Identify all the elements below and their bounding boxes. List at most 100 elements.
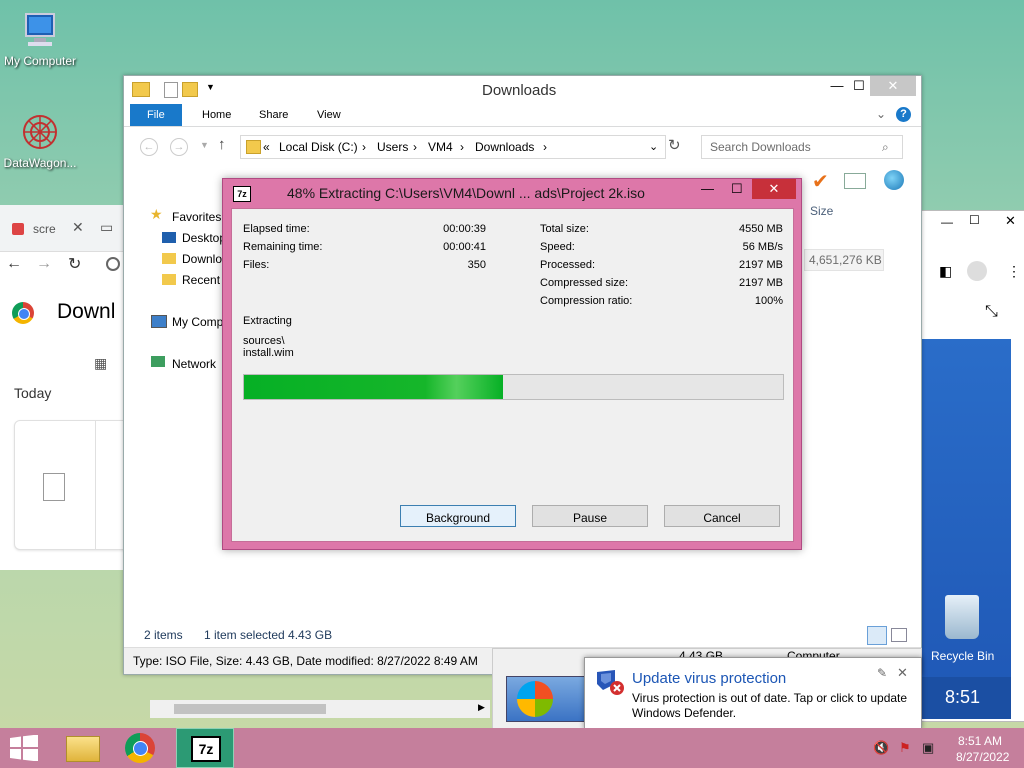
properties-icon[interactable] [164, 82, 178, 98]
defender-notification[interactable]: Update virus protection Virus protection… [584, 657, 922, 729]
site-info-icon[interactable] [106, 257, 120, 271]
address-dropdown-icon[interactable]: ⌄ [649, 136, 658, 158]
large-icons-view-icon[interactable] [891, 628, 907, 642]
cancel-button[interactable]: Cancel [664, 505, 780, 527]
minimize-button[interactable]: — [701, 181, 714, 196]
current-path-line2: install.wim [243, 347, 294, 359]
pause-button[interactable]: Pause [532, 505, 648, 527]
selection-info: 1 item selected 4.43 GB [204, 628, 333, 642]
minimize-icon[interactable]: — [941, 215, 953, 229]
recent-locations-icon[interactable]: ▼ [200, 140, 209, 150]
collapse-icon[interactable]: ⤡ [985, 303, 998, 321]
tab-home[interactable]: Home [190, 104, 243, 126]
breadcrumb-downloads[interactable]: Downloads [475, 136, 534, 158]
elapsed-time-label: Elapsed time: [243, 223, 310, 235]
search-box[interactable]: Search Downloads ⌕ [701, 135, 903, 159]
back-button[interactable]: ← [140, 138, 158, 156]
recycle-bin-icon[interactable] [945, 595, 979, 639]
clock-time[interactable]: 8:51 AM [958, 734, 1002, 748]
volume-muted-icon[interactable]: 🔇 [873, 740, 889, 756]
close-button[interactable]: ✕ [752, 179, 796, 199]
nav-favorites[interactable]: Favorites [172, 210, 221, 224]
nav-network[interactable]: Network [172, 357, 216, 371]
maximize-button[interactable]: ☐ [731, 181, 743, 197]
action-center-flag-icon[interactable]: ⚑ [899, 740, 911, 756]
computer-icon [151, 315, 167, 328]
chevron-right-icon[interactable]: › [362, 136, 366, 158]
background-button[interactable]: Background [400, 505, 516, 527]
tab-share[interactable]: Share [247, 104, 300, 126]
close-icon[interactable]: ✕ [1005, 213, 1016, 229]
quick-access-dropdown-icon[interactable]: ▼ [206, 82, 215, 92]
chrome-tab-label[interactable]: scre [33, 222, 56, 236]
scrollbar-thumb[interactable] [174, 704, 326, 714]
chevron-right-icon[interactable]: › [543, 136, 547, 158]
settings-icon[interactable]: ✎ [877, 666, 887, 680]
elapsed-time-value: 00:00:39 [443, 223, 486, 235]
toolbar-window-icon[interactable] [844, 173, 866, 189]
expand-ribbon-icon[interactable]: ⌄ [876, 107, 886, 121]
today-label: Today [14, 385, 52, 401]
tab-file[interactable]: File [130, 104, 182, 126]
breadcrumb-local-disk[interactable]: Local Disk (C:) [279, 136, 358, 158]
action-label: Extracting [243, 315, 292, 327]
scroll-right-icon[interactable]: ▶ [478, 702, 485, 713]
forward-button[interactable]: → [170, 138, 188, 156]
forward-icon[interactable]: → [36, 255, 52, 273]
horizontal-scrollbar[interactable]: ▶ [150, 700, 490, 718]
desktop-icon [162, 232, 176, 243]
address-overflow[interactable]: « [263, 136, 270, 158]
help-icon[interactable]: ? [896, 107, 911, 122]
close-icon[interactable]: ✕ [72, 219, 84, 236]
speed-value: 56 MB/s [742, 241, 783, 253]
search-icon[interactable]: ⌕ [882, 136, 889, 158]
taskbar-7zip[interactable]: 7z [176, 728, 234, 768]
screen-icon[interactable]: ▭ [100, 219, 113, 236]
nav-desktop[interactable]: Desktop [182, 231, 226, 245]
up-button[interactable]: ↑ [218, 136, 226, 153]
sidebar-icon[interactable]: ◧ [939, 263, 952, 280]
profile-icon[interactable] [967, 261, 987, 281]
taskbar-explorer[interactable] [55, 729, 110, 767]
new-folder-icon[interactable] [182, 82, 198, 97]
back-icon[interactable]: ← [6, 255, 22, 273]
computer-icon [20, 10, 60, 50]
extract-progress-bar [243, 374, 784, 400]
more-icon[interactable]: ⋮ [1007, 263, 1021, 280]
chrome-icon [125, 733, 155, 763]
taskbar: 7z 🔇 ⚑ ▣ 8:51 AM 8/27/2022 [0, 728, 1024, 768]
toolbar-check-icon[interactable]: ✔ [812, 169, 829, 194]
maximize-icon[interactable]: ☐ [969, 213, 980, 227]
clock-date[interactable]: 8/27/2022 [956, 750, 1009, 764]
total-size-value: 4550 MB [738, 223, 783, 235]
desktop-icon-label: My Computer [3, 54, 77, 68]
status-bar: 2 items 1 item selected 4.43 GB [124, 626, 921, 646]
chevron-right-icon[interactable]: › [460, 136, 464, 158]
windows-logo-icon [10, 735, 38, 761]
breadcrumb-users[interactable]: Users [377, 136, 408, 158]
toolbar-globe-icon[interactable] [884, 170, 904, 190]
tab-view[interactable]: View [305, 104, 353, 126]
details-view-icon[interactable] [867, 626, 887, 645]
chevron-right-icon[interactable]: › [413, 136, 417, 158]
desktop-icon-label: DataWagon... [3, 156, 77, 170]
explorer-titlebar: ▼ Downloads — ☐ ✕ [124, 76, 921, 104]
column-size-header[interactable]: Size [810, 204, 833, 218]
refresh-button[interactable]: ↻ [668, 136, 681, 154]
search-input[interactable]: Search Downloads [710, 136, 811, 158]
address-bar[interactable]: « Local Disk (C:) › Users › VM4 › Downlo… [240, 135, 666, 159]
start-button[interactable] [0, 729, 48, 767]
compression-ratio-value: 100% [754, 295, 783, 307]
nav-downloads[interactable]: Downlo [182, 252, 222, 266]
close-icon[interactable]: ✕ [897, 665, 908, 681]
network-icon[interactable]: ▣ [922, 740, 934, 756]
close-button[interactable]: ✕ [870, 76, 916, 96]
reload-icon[interactable]: ↻ [68, 254, 81, 274]
nav-my-computer[interactable]: My Comp [172, 315, 223, 329]
breadcrumb-vm4[interactable]: VM4 [428, 136, 453, 158]
downloads-heading: Downl [57, 300, 116, 323]
desktop-icon-my-computer[interactable]: My Computer [0, 10, 80, 68]
desktop-icon-datawagon[interactable]: DataWagon... [0, 112, 80, 170]
taskbar-chrome[interactable] [113, 729, 168, 767]
folder-icon [132, 82, 150, 97]
